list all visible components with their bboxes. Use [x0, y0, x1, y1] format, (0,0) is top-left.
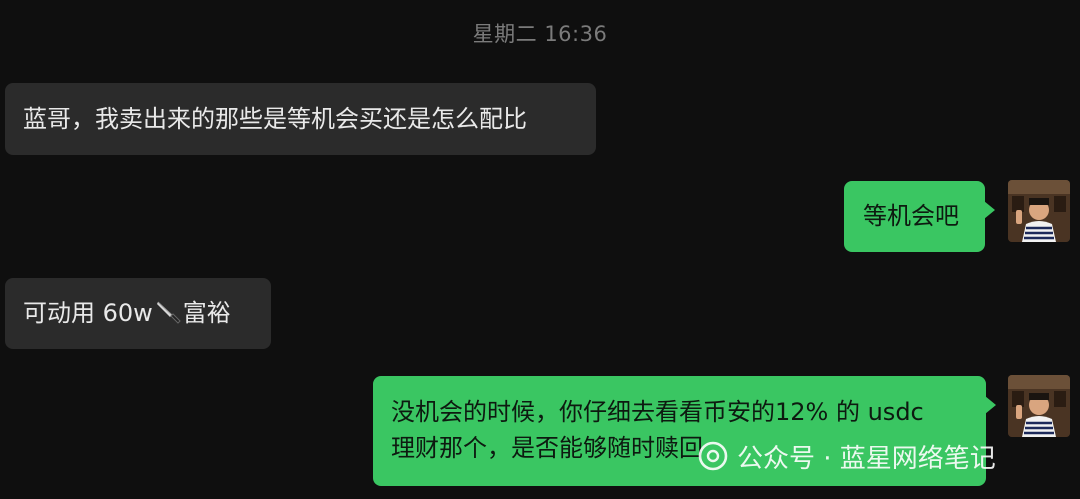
message-text: 可动用 60w	[23, 299, 153, 327]
knife-icon	[156, 301, 181, 324]
watermark-text: 公众号 · 蓝星网络笔记	[737, 443, 996, 474]
user-avatar[interactable]	[1008, 180, 1070, 242]
message-text: 富裕	[182, 299, 231, 327]
incoming-message[interactable]: 蓝哥，我卖出来的那些是等机会买还是怎么配比	[5, 83, 596, 155]
watermark: 公众号 · 蓝星网络笔记	[697, 438, 996, 474]
message-text: 等机会吧	[863, 202, 959, 230]
avatar-photo-icon	[1008, 375, 1070, 437]
outgoing-message[interactable]: 等机会吧	[844, 181, 995, 252]
user-avatar[interactable]	[1008, 375, 1070, 437]
incoming-message[interactable]: 可动用 60w 富裕	[5, 278, 271, 349]
avatar-photo-icon	[1008, 180, 1070, 242]
chat-timestamp: 星期二 16:36	[472, 22, 608, 46]
wechat-official-account-icon	[698, 441, 728, 471]
message-text-line: 没机会的时候，你仔细去看看币安的12% 的 usdc	[391, 398, 924, 426]
message-text: 蓝哥，我卖出来的那些是等机会买还是怎么配比	[23, 105, 527, 133]
